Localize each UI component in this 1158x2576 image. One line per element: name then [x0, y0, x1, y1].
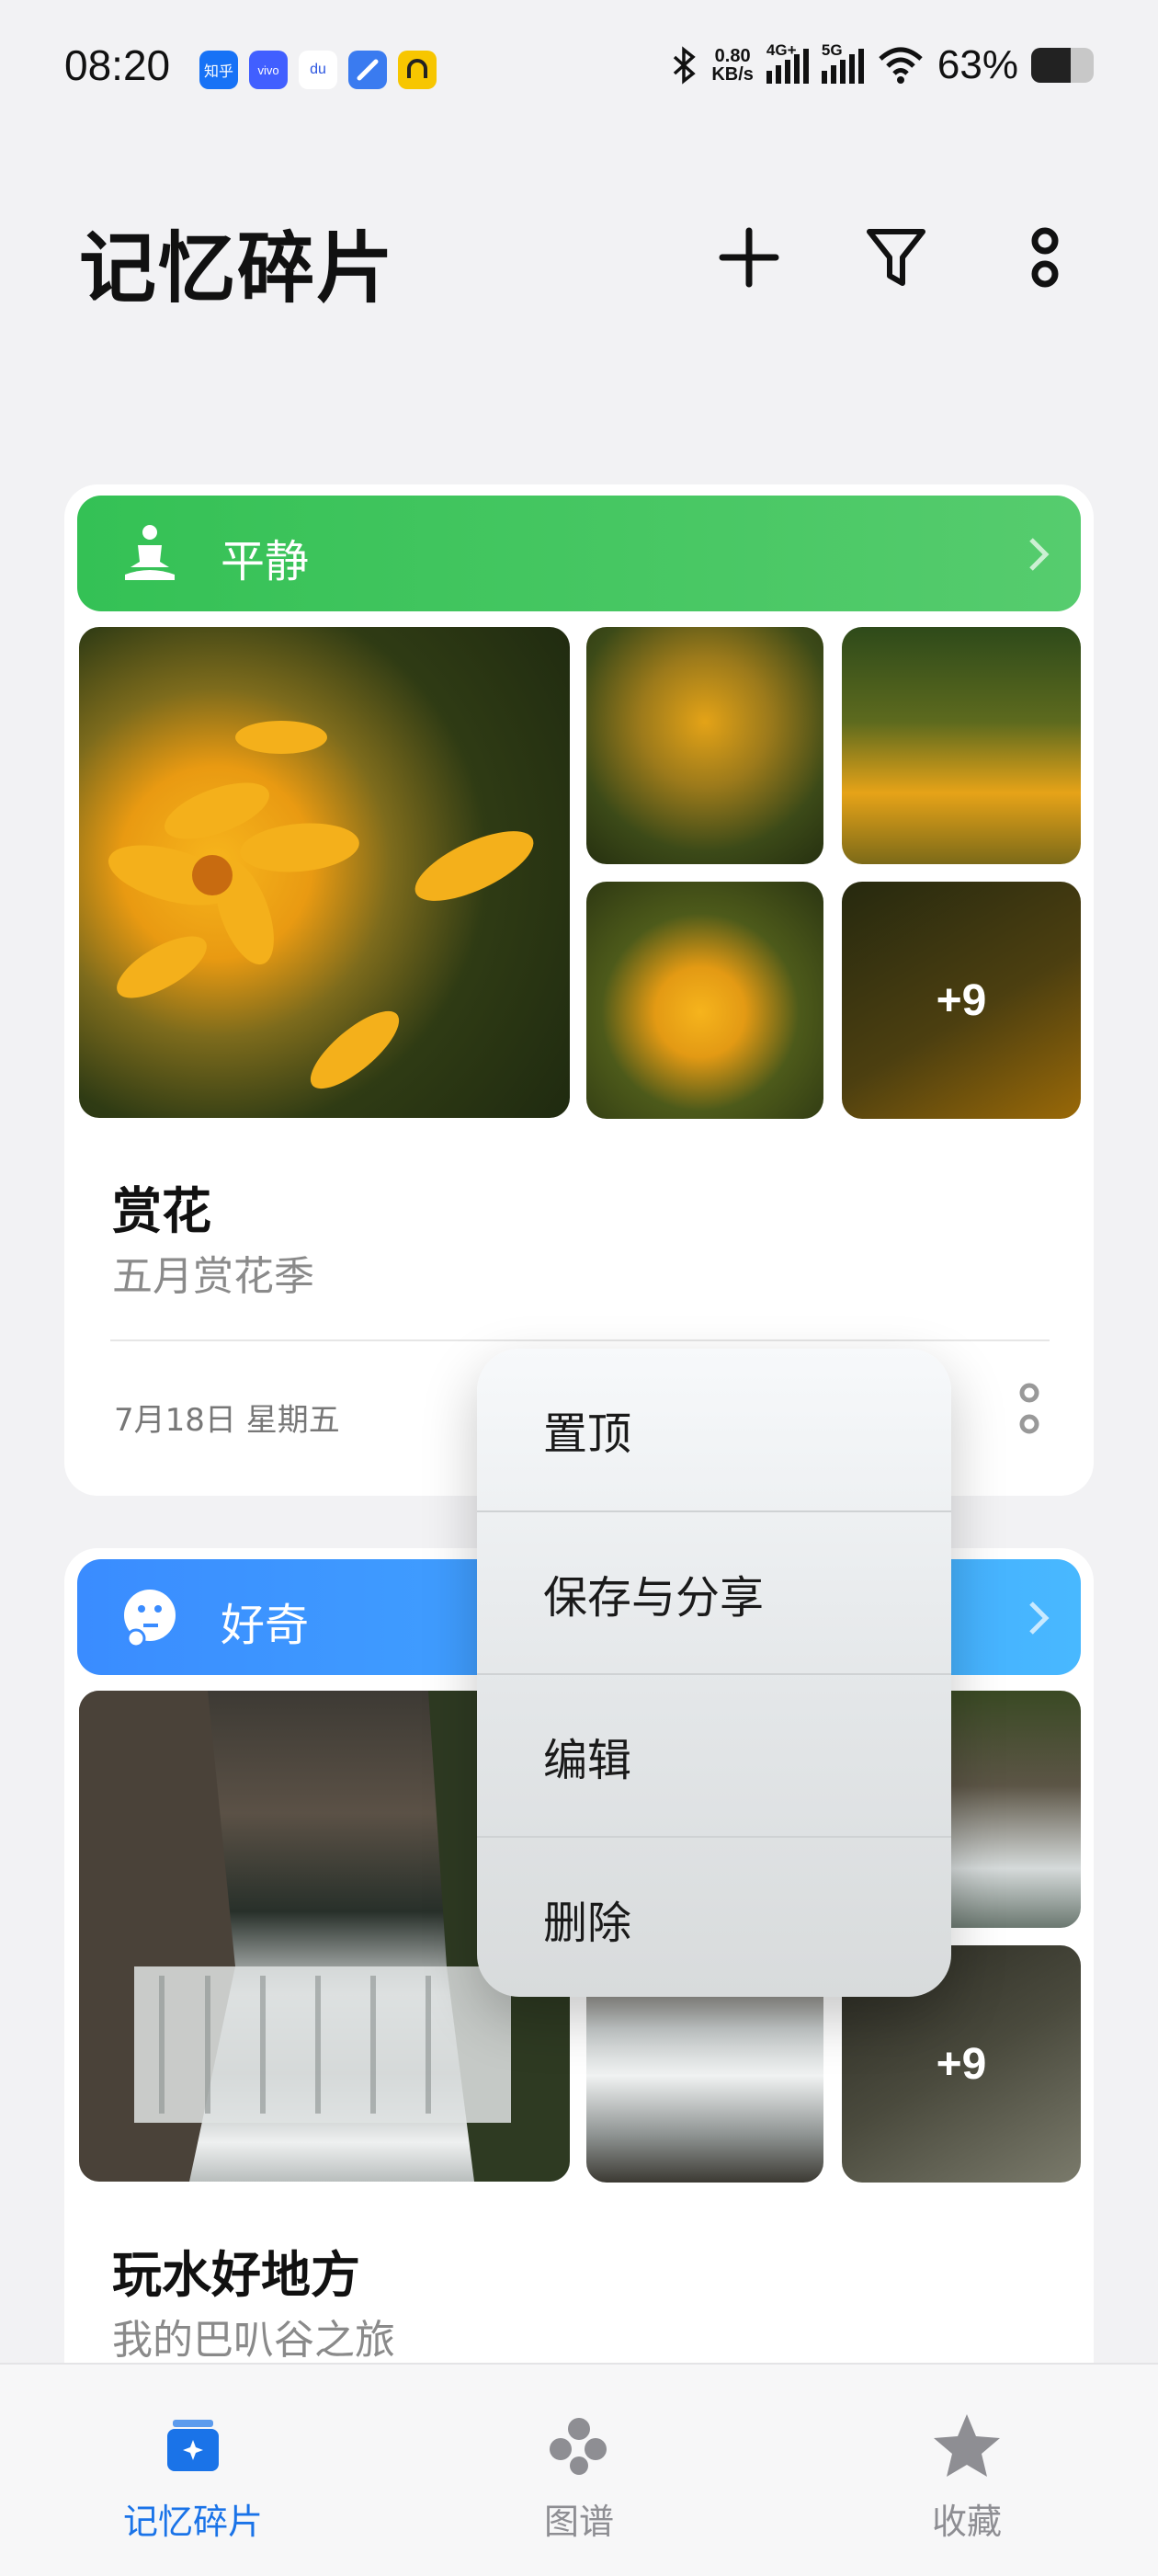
zhihu-icon: 知乎 [199, 51, 238, 89]
notification-app-icons: 知乎 vivo du [199, 51, 437, 89]
baidu-icon: du [299, 51, 337, 89]
photo-thumb[interactable] [586, 627, 823, 864]
net-speed: 0.80 KB/s [711, 47, 754, 84]
net-speed-value: 0.80 [714, 46, 751, 66]
add-button[interactable] [712, 221, 786, 294]
chevron-right-icon [1029, 1601, 1050, 1635]
meditation-icon [125, 525, 175, 580]
filter-button[interactable] [859, 221, 933, 294]
photo-thumb[interactable] [842, 627, 1081, 864]
card-title: 玩水好地方 [112, 2246, 360, 2304]
app-blue-icon [348, 51, 387, 89]
status-time: 08:20 [64, 41, 171, 89]
photo-more[interactable]: +9 [842, 882, 1081, 1119]
signal-5g: 5G [821, 41, 864, 84]
bottom-tab-bar: 记忆碎片 图谱 收藏 [0, 2363, 1158, 2576]
photo-thumb[interactable] [586, 882, 823, 1119]
chevron-right-icon [1029, 538, 1050, 571]
mood-label: 好奇 [221, 1600, 310, 1651]
tab-label: 图谱 [543, 2502, 614, 2542]
wifi-icon [879, 47, 923, 84]
extra-count: +9 [936, 975, 987, 1025]
app-yellow-icon [398, 51, 437, 89]
context-menu: 置顶 保存与分享 编辑 删除 [477, 1349, 951, 1997]
tab-label: 记忆碎片 [122, 2502, 263, 2542]
filter-icon [867, 229, 925, 286]
graph-icon [550, 2418, 607, 2475]
tab-label: 收藏 [931, 2502, 1002, 2542]
bluetooth-icon [674, 46, 697, 85]
tab-graph[interactable]: 图谱 [469, 2409, 689, 2544]
tab-favorites[interactable]: 收藏 [857, 2409, 1077, 2544]
page-title: 记忆碎片 [79, 223, 396, 313]
more-button[interactable] [1008, 221, 1082, 294]
plus-icon [719, 227, 779, 288]
signal-5g-label: 5G [821, 41, 843, 59]
menu-item-label: 编辑 [543, 1735, 632, 1786]
thinking-face-icon [124, 1590, 176, 1648]
status-indicators: 0.80 KB/s 4G+ 5G 63% [671, 41, 1094, 88]
card-subtitle: 五月赏花季 [112, 1253, 314, 1300]
more-vertical-icon[interactable] [1011, 1376, 1048, 1441]
card-subtitle: 我的巴叭谷之旅 [112, 2317, 395, 2364]
star-icon [934, 2414, 1000, 2477]
menu-item-label: 删除 [543, 1898, 632, 1949]
signal-4g-label: 4G+ [766, 41, 797, 59]
battery-icon [1031, 48, 1094, 83]
more-vertical-icon [1031, 227, 1059, 288]
menu-item-save-share[interactable]: 保存与分享 [477, 1512, 951, 1674]
battery-percent: 63% [937, 42, 1018, 87]
net-speed-unit: KB/s [711, 64, 754, 85]
memory-box-icon [167, 2420, 219, 2471]
photo-main[interactable] [79, 627, 570, 1118]
mood-label: 平静 [221, 536, 310, 587]
menu-item-label: 置顶 [543, 1408, 632, 1460]
vivo-icon: vivo [249, 51, 288, 89]
menu-item-edit[interactable]: 编辑 [477, 1675, 951, 1837]
signal-4g: 4G+ [766, 41, 809, 84]
mood-banner[interactable]: 平静 [77, 496, 1081, 611]
memory-card[interactable]: 平静 +9 赏花 五月赏花季 7月18日 星期五 [64, 484, 1094, 1496]
card-title: 赏花 [112, 1182, 211, 1240]
flower-image [108, 721, 534, 1089]
card-date: 7月18日 星期五 [114, 1402, 340, 1439]
menu-item-delete[interactable]: 删除 [477, 1838, 951, 1997]
menu-item-label: 保存与分享 [543, 1572, 765, 1624]
status-bar: 08:20 知乎 vivo du 0.80 KB/s 4G+ 5G 63% [0, 0, 1158, 138]
menu-item-pin[interactable]: 置顶 [477, 1349, 951, 1510]
tab-memory[interactable]: 记忆碎片 [83, 2409, 303, 2544]
divider [110, 1339, 1050, 1341]
